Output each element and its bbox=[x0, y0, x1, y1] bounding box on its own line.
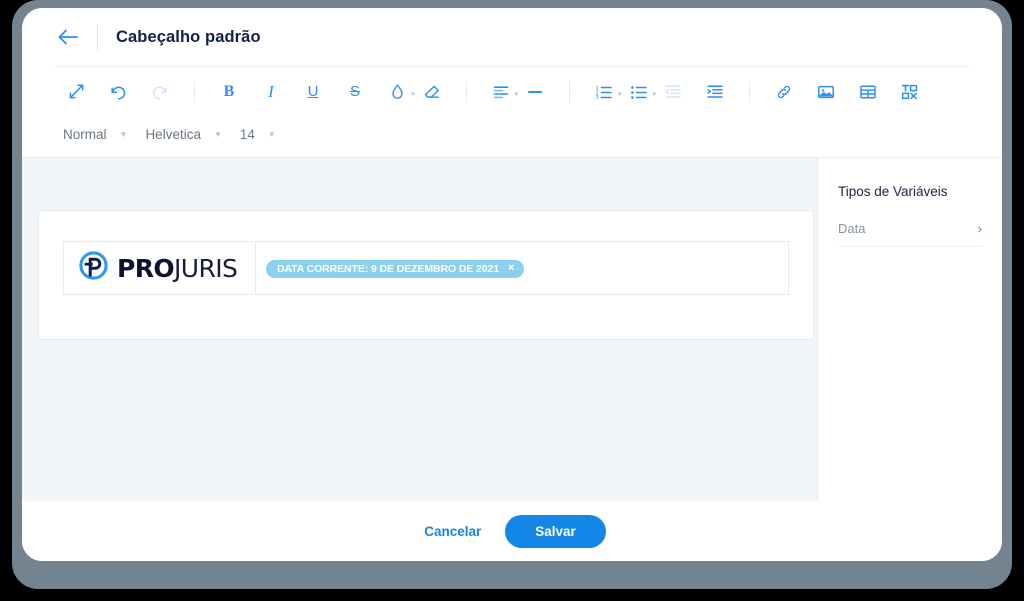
horizontal-rule-icon[interactable] bbox=[514, 77, 556, 107]
editor-toolbar: B I U S ▾ bbox=[22, 67, 1002, 157]
chevron-down-icon: ▼ bbox=[268, 130, 276, 139]
expand-icon[interactable] bbox=[55, 77, 97, 107]
page-title: Cabeçalho padrão bbox=[116, 28, 261, 47]
paragraph-style-select[interactable]: Normal ▼ bbox=[63, 127, 127, 142]
header-table: PROJURIS DATA CORRENTE: 9 DE DEZEMBRO DE… bbox=[63, 241, 789, 295]
footer-bar: Cancelar Salvar bbox=[22, 501, 1002, 561]
link-icon[interactable] bbox=[763, 77, 805, 107]
variable-icon[interactable] bbox=[889, 77, 931, 107]
bold-icon[interactable]: B bbox=[208, 77, 250, 107]
document-page[interactable]: PROJURIS DATA CORRENTE: 9 DE DEZEMBRO DE… bbox=[38, 210, 814, 340]
toolbar-row-primary: B I U S ▾ bbox=[55, 67, 969, 112]
font-family-select[interactable]: Helvetica ▼ bbox=[145, 127, 221, 142]
projuris-logo: PROJURIS bbox=[74, 250, 245, 286]
redo-icon bbox=[139, 77, 181, 107]
svg-text:3: 3 bbox=[596, 95, 599, 100]
document-canvas[interactable]: PROJURIS DATA CORRENTE: 9 DE DEZEMBRO DE… bbox=[22, 158, 818, 501]
table-row: PROJURIS DATA CORRENTE: 9 DE DEZEMBRO DE… bbox=[64, 242, 789, 295]
font-size-value: 14 bbox=[240, 127, 255, 142]
close-icon[interactable]: × bbox=[508, 263, 514, 274]
logo-cell[interactable]: PROJURIS bbox=[64, 242, 256, 295]
sidebar-item-label: Data bbox=[838, 221, 865, 236]
projuris-logo-icon bbox=[78, 250, 109, 286]
editor-window: Cabeçalho padrão bbox=[22, 8, 1002, 561]
header-bar: Cabeçalho padrão bbox=[22, 8, 1002, 66]
cancel-button[interactable]: Cancelar bbox=[418, 516, 487, 547]
clear-format-icon[interactable] bbox=[411, 77, 453, 107]
table-icon[interactable] bbox=[847, 77, 889, 107]
toolbar-divider bbox=[466, 81, 467, 103]
strikethrough-icon[interactable]: S bbox=[334, 77, 376, 107]
header-divider bbox=[97, 24, 98, 50]
italic-icon[interactable]: I bbox=[250, 77, 292, 107]
image-icon[interactable] bbox=[805, 77, 847, 107]
font-family-value: Helvetica bbox=[145, 127, 201, 142]
logo-bold-part: PRO bbox=[117, 254, 174, 283]
sidebar-item-data[interactable]: Data › bbox=[838, 221, 982, 247]
save-button[interactable]: Salvar bbox=[505, 515, 606, 548]
arrow-left-icon[interactable] bbox=[55, 24, 81, 50]
chevron-down-icon: ▼ bbox=[214, 130, 222, 139]
chevron-down-icon: ▼ bbox=[120, 130, 128, 139]
projuris-wordmark: PROJURIS bbox=[117, 254, 237, 283]
variable-chip-label: DATA CORRENTE: 9 DE DEZEMBRO DE 2021 bbox=[277, 263, 499, 275]
undo-icon[interactable] bbox=[97, 77, 139, 107]
indent-icon[interactable] bbox=[694, 77, 736, 107]
outdent-icon bbox=[652, 77, 694, 107]
toolbar-row-secondary: Normal ▼ Helvetica ▼ 14 ▼ bbox=[55, 112, 969, 157]
logo-light-part: JURIS bbox=[174, 254, 237, 283]
editor-body: PROJURIS DATA CORRENTE: 9 DE DEZEMBRO DE… bbox=[22, 157, 1002, 501]
paragraph-style-value: Normal bbox=[63, 127, 107, 142]
variables-sidebar: Tipos de Variáveis Data › bbox=[818, 158, 1002, 501]
toolbar-divider bbox=[749, 81, 750, 103]
sidebar-title: Tipos de Variáveis bbox=[838, 184, 982, 199]
toolbar-divider bbox=[194, 81, 195, 103]
font-size-select[interactable]: 14 ▼ bbox=[240, 127, 276, 142]
variable-cell[interactable]: DATA CORRENTE: 9 DE DEZEMBRO DE 2021 × bbox=[256, 242, 789, 295]
chevron-right-icon: › bbox=[978, 221, 982, 236]
variable-chip[interactable]: DATA CORRENTE: 9 DE DEZEMBRO DE 2021 × bbox=[266, 260, 524, 278]
underline-icon[interactable]: U bbox=[292, 77, 334, 107]
toolbar-divider bbox=[569, 81, 570, 103]
